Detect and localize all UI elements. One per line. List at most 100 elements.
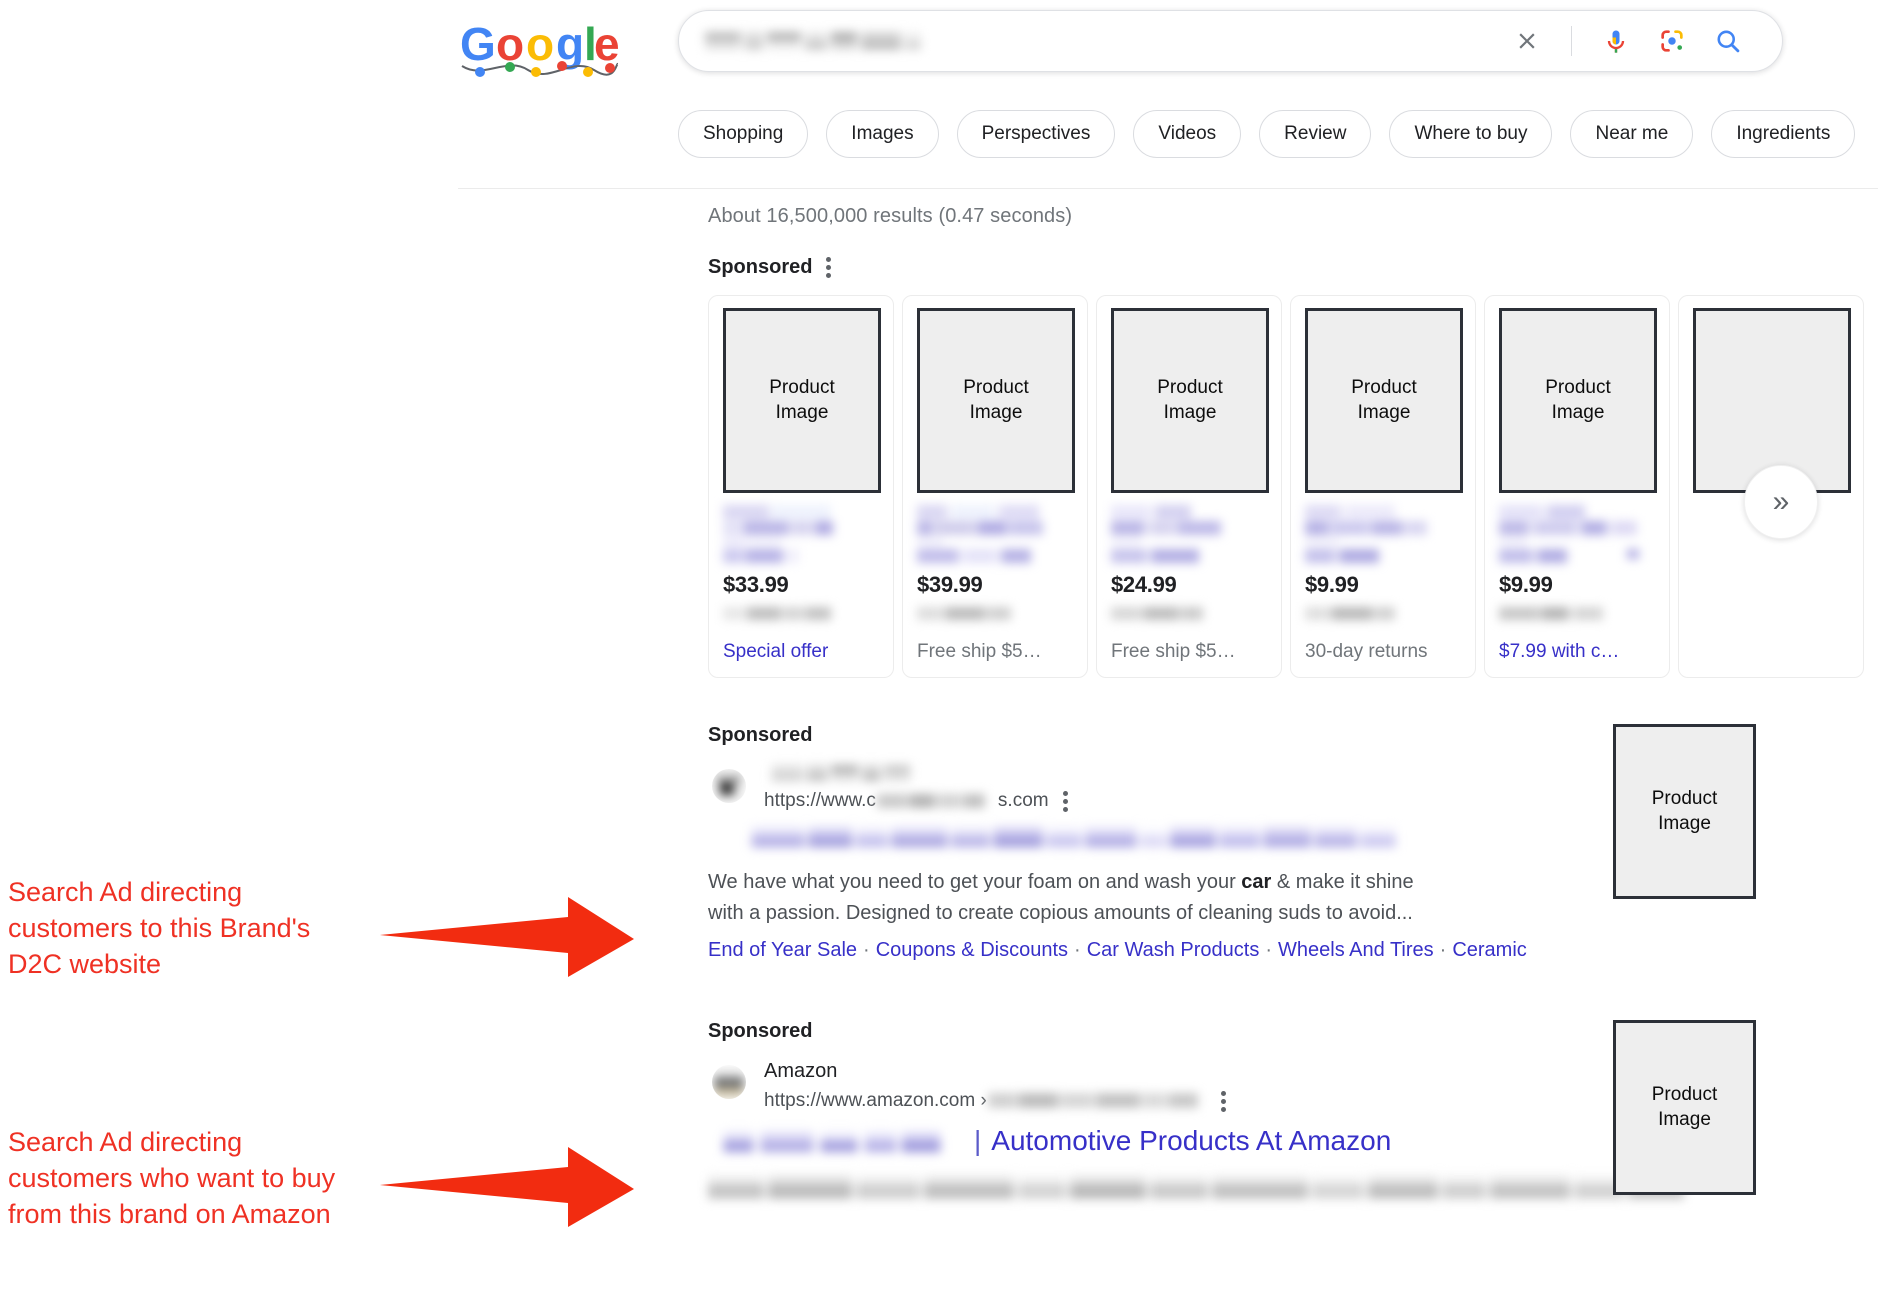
- redacted-merchant: [917, 607, 1011, 620]
- redacted-ad-headline: [751, 826, 1396, 848]
- chip-label: Review: [1284, 123, 1347, 144]
- chip-near-me[interactable]: Near me: [1570, 110, 1694, 158]
- ad-options-kebab-icon[interactable]: [1062, 789, 1069, 813]
- search-bar[interactable]: [678, 10, 1783, 72]
- advertiser-identity: https://www.c s.com: [764, 761, 1069, 813]
- ad-sitelinks: End of Year Sale · Coupons & Discounts · Car…: [708, 939, 1878, 962]
- sitelink[interactable]: Coupons & Discounts: [876, 939, 1068, 961]
- product-offer[interactable]: Special offer: [723, 641, 879, 663]
- product-image-placeholder: Product Image: [1613, 724, 1756, 899]
- annotation-arrow-amazon: [380, 1147, 634, 1227]
- svg-text:e: e: [594, 18, 618, 70]
- product-image-placeholder: Product Image: [1499, 308, 1657, 493]
- product-image-placeholder: Product Image: [1305, 308, 1463, 493]
- product-image-label: Product Image: [1651, 788, 1718, 834]
- product-price: $33.99: [723, 572, 789, 597]
- url-prefix: https://www.amazon.com ›: [764, 1090, 987, 1111]
- product-image-placeholder: Product Image: [1111, 308, 1269, 493]
- product-card[interactable]: Product Image $39.99 Free ship $5…: [902, 295, 1088, 678]
- product-price: $24.99: [1111, 572, 1177, 597]
- product-card[interactable]: Product Image $9.99 30-day returns: [1290, 295, 1476, 678]
- chip-label: Videos: [1158, 123, 1217, 144]
- sitelink-separator: ·: [1439, 939, 1447, 961]
- redacted-merchant: [1499, 607, 1603, 620]
- product-offer[interactable]: Free ship $5…: [917, 641, 1073, 663]
- shopping-sponsored-label: Sponsored: [708, 255, 1878, 279]
- svg-text:o: o: [526, 18, 554, 70]
- sitelink[interactable]: End of Year Sale: [708, 939, 857, 961]
- redacted-merchant: [1111, 607, 1203, 620]
- ad-title-separator: |: [974, 1125, 982, 1156]
- google-logo[interactable]: G o o g l e: [458, 14, 620, 80]
- advertiser-name: Amazon: [764, 1060, 838, 1082]
- google-lens-icon[interactable]: [1657, 26, 1687, 56]
- close-icon[interactable]: [1512, 26, 1542, 56]
- advertiser-favicon: [712, 769, 746, 803]
- redacted-product-title: [1499, 505, 1639, 563]
- chip-review[interactable]: Review: [1259, 110, 1372, 158]
- redacted-product-title: [723, 505, 833, 563]
- redacted-product-title: [1111, 505, 1221, 563]
- ad-display-url[interactable]: https://www.c s.com: [764, 790, 1049, 812]
- chip-label: Where to buy: [1414, 123, 1528, 144]
- search-input[interactable]: [705, 28, 1499, 54]
- redacted-product-title: [917, 505, 1043, 563]
- chip-label: Shopping: [703, 123, 784, 144]
- chip-perspectives[interactable]: Perspectives: [956, 110, 1116, 158]
- sitelink[interactable]: Wheels And Tires: [1278, 939, 1434, 961]
- results-column: About 16,500,000 results (0.47 seconds) …: [708, 205, 1878, 1212]
- shopping-carousel-track[interactable]: Product Image $33.99 Special offer Produ…: [708, 295, 1878, 678]
- product-image-label: Product Image: [1651, 1084, 1718, 1130]
- ad-display-url[interactable]: https://www.amazon.com ›: [764, 1090, 1207, 1112]
- product-card[interactable]: Product Image $33.99 Special offer: [708, 295, 894, 678]
- redacted-merchant: [1305, 607, 1395, 620]
- carousel-next-button[interactable]: »: [1744, 465, 1818, 539]
- product-image-placeholder: Product Image: [1613, 1020, 1756, 1195]
- product-card[interactable]: Product Image $24.99 Free ship $5…: [1096, 295, 1282, 678]
- redacted-query-text: [705, 32, 921, 50]
- product-offer[interactable]: $7.99 with c…: [1499, 641, 1655, 663]
- ad-options-kebab-icon[interactable]: [826, 255, 832, 279]
- sponsored-text: Sponsored: [708, 1020, 813, 1042]
- filter-chips: Shopping Images Perspectives Videos Revi…: [678, 110, 1856, 158]
- shopping-carousel: Product Image $33.99 Special offer Produ…: [708, 295, 1878, 678]
- svg-text:G: G: [460, 18, 496, 70]
- text-ad-amazon: Sponsored Amazon https://www.amazon.com …: [708, 1020, 1878, 1212]
- product-image-label: Product Image: [1351, 377, 1417, 423]
- product-image-placeholder: Product Image: [723, 308, 881, 493]
- redacted-advertiser-name: [771, 764, 911, 782]
- ad-thumbnail[interactable]: Product Image: [1613, 724, 1756, 899]
- page-header: G o o g l e Shopping Images Perspectives…: [0, 0, 1878, 190]
- redacted-url-segment: [876, 794, 985, 808]
- chip-shopping[interactable]: Shopping: [678, 110, 809, 158]
- product-price: $9.99: [1499, 572, 1553, 597]
- ad-description-keyword: car: [1241, 871, 1272, 893]
- search-bar-actions: [1499, 11, 1782, 71]
- product-offer[interactable]: 30-day returns: [1305, 641, 1461, 663]
- chip-videos[interactable]: Videos: [1133, 110, 1242, 158]
- sitelink[interactable]: Car Wash Products: [1087, 939, 1260, 961]
- product-card[interactable]: Product Image $9.99 $7.99 with c…: [1484, 295, 1670, 678]
- chip-where-to-buy[interactable]: Where to buy: [1389, 110, 1553, 158]
- search-icon[interactable]: [1713, 26, 1743, 56]
- sitelink[interactable]: Ceramic: [1452, 939, 1526, 961]
- redacted-ad-headline-prefix: [723, 1131, 941, 1153]
- annotation-arrow-d2c: [380, 897, 634, 977]
- ad-options-kebab-icon[interactable]: [1220, 1089, 1227, 1113]
- product-offer[interactable]: Free ship $5…: [1111, 641, 1267, 663]
- redacted-ad-description: [708, 1175, 1684, 1199]
- redacted-product-title: [1305, 505, 1427, 563]
- product-image-label: Product Image: [1157, 377, 1223, 423]
- sponsored-text: Sponsored: [708, 724, 813, 746]
- chip-label: Near me: [1595, 123, 1669, 144]
- google-search-results-page: G o o g l e Shopping Images Perspectives…: [0, 0, 1878, 1304]
- chip-images[interactable]: Images: [826, 110, 939, 158]
- advertiser-favicon: [712, 1065, 746, 1099]
- chip-ingredients[interactable]: Ingredients: [1711, 110, 1856, 158]
- chevron-right-double-icon: »: [1772, 485, 1790, 518]
- microphone-icon[interactable]: [1601, 26, 1631, 56]
- header-divider: [458, 188, 1878, 189]
- product-price: $39.99: [917, 572, 983, 597]
- ad-thumbnail[interactable]: Product Image: [1613, 1020, 1756, 1195]
- ad-title-text: Automotive Products At Amazon: [991, 1125, 1392, 1156]
